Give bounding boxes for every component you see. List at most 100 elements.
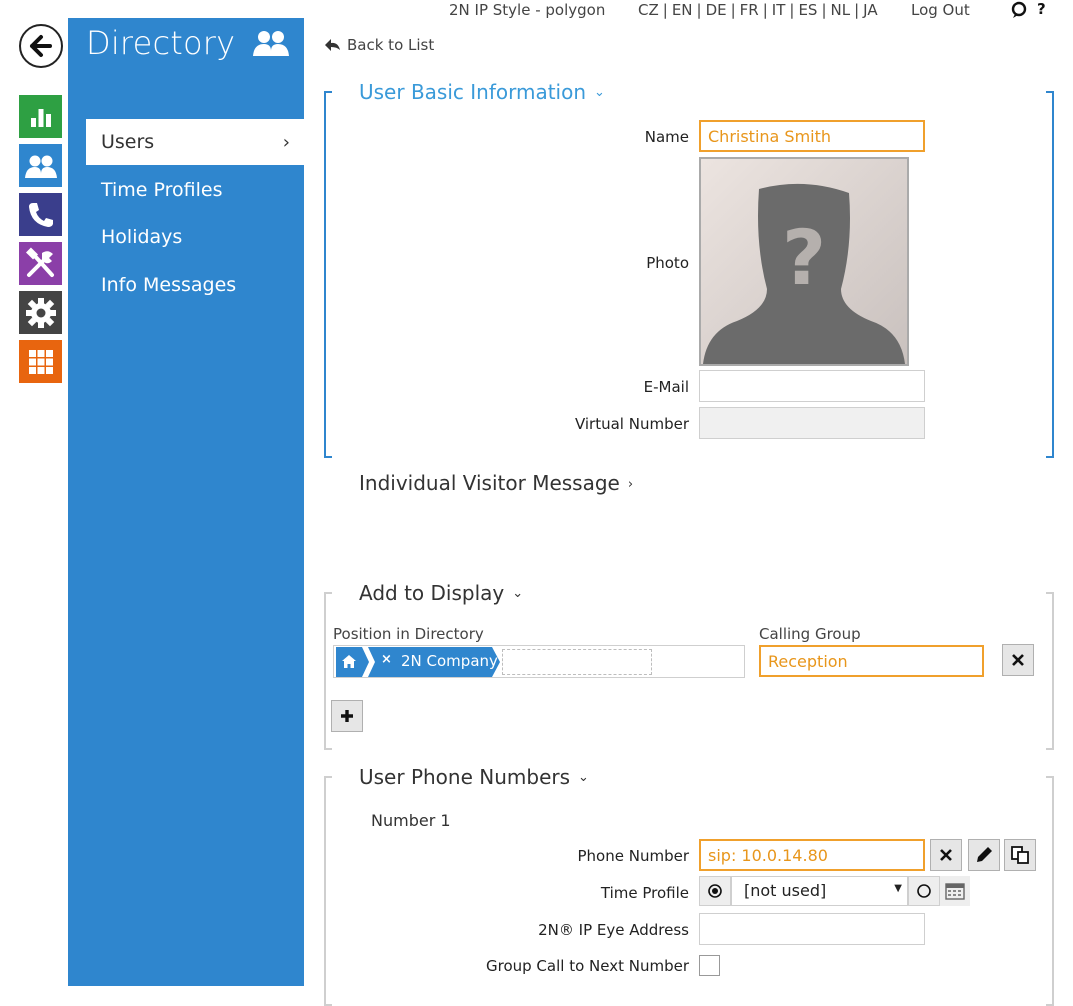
edit-phone-button[interactable] <box>968 839 1000 871</box>
plus-icon <box>341 710 353 722</box>
phone-numbers-header[interactable]: User Phone Numbers ⌄ <box>359 765 589 789</box>
section-bracket-right <box>1046 592 1054 750</box>
sidebar-item-holidays[interactable]: Holidays <box>86 214 304 260</box>
visitor-message-title: Individual Visitor Message <box>359 471 620 495</box>
radio-unchecked-icon <box>917 884 931 898</box>
copy-icon <box>1011 846 1029 864</box>
calling-group-input[interactable] <box>759 645 984 677</box>
visitor-message-header[interactable]: Individual Visitor Message › <box>359 471 633 495</box>
section-bracket-left <box>324 776 332 1006</box>
photo-label: Photo <box>646 254 689 272</box>
lang-de[interactable]: DE <box>706 1 727 19</box>
photo-upload[interactable]: ? <box>699 157 909 366</box>
help-button[interactable]: ? <box>1037 0 1046 18</box>
rail-phone[interactable] <box>19 193 62 236</box>
name-label: Name <box>644 128 689 146</box>
lang-fr[interactable]: FR <box>740 1 759 19</box>
ip-eye-input[interactable] <box>699 913 925 945</box>
radio-checked-icon <box>708 884 722 898</box>
section-bracket-left <box>324 91 332 458</box>
settings-icon <box>25 297 56 328</box>
lang-cz[interactable]: CZ <box>638 1 659 19</box>
sidebar-title: Directory <box>86 24 236 62</box>
time-profile-radio-calendar[interactable] <box>908 876 940 906</box>
chevron-right-icon: › <box>282 132 290 153</box>
calling-group-label: Calling Group <box>759 625 861 643</box>
time-profile-radio-select[interactable] <box>699 876 731 906</box>
clear-group-button[interactable] <box>1002 644 1034 676</box>
chevron-down-icon: ⌄ <box>578 770 589 785</box>
time-profile-select[interactable]: [not used] ▼ <box>731 876 908 906</box>
lang-nl[interactable]: NL <box>831 1 851 19</box>
language-selector: CZ | EN | DE | FR | IT | ES | NL | JA <box>638 1 878 19</box>
sidebar-item-users[interactable]: Users › <box>86 119 304 165</box>
back-to-list-label: Back to List <box>347 36 435 54</box>
sidebar-item-info-messages[interactable]: Info Messages <box>86 262 304 308</box>
add-to-display-header[interactable]: Add to Display ⌄ <box>359 581 523 605</box>
rail-tools[interactable] <box>19 242 62 285</box>
group-call-checkbox[interactable] <box>699 955 720 976</box>
copy-phone-button[interactable] <box>1004 839 1036 871</box>
section-bracket-right <box>1046 776 1054 1006</box>
virtual-number-label: Virtual Number <box>574 415 689 433</box>
position-breadcrumb: × 2N Company <box>333 645 745 678</box>
chevron-down-icon: ⌄ <box>512 586 524 601</box>
add-position-button[interactable] <box>331 700 363 732</box>
section-bracket-right <box>1046 91 1054 458</box>
chevron-right-icon: › <box>627 477 634 492</box>
lang-it[interactable]: IT <box>772 1 786 19</box>
pencil-icon <box>977 847 992 862</box>
sidebar-item-label: Info Messages <box>101 274 237 296</box>
close-icon <box>940 849 952 861</box>
group-call-label: Group Call to Next Number <box>486 957 689 975</box>
back-arrow-icon <box>325 39 340 51</box>
lang-en[interactable]: EN <box>672 1 693 19</box>
directory-icon <box>24 155 57 178</box>
logout-link[interactable]: Log Out <box>911 1 970 19</box>
calendar-button[interactable] <box>940 876 970 906</box>
crumb-label: 2N Company <box>401 652 498 670</box>
arrow-left-icon <box>30 35 52 57</box>
back-to-list-link[interactable]: Back to List <box>325 36 434 54</box>
calendar-icon <box>945 883 965 900</box>
name-input[interactable] <box>699 120 925 152</box>
unknown-person-icon: ? <box>703 183 905 364</box>
svg-text:?: ? <box>782 213 826 302</box>
tools-icon <box>25 246 54 277</box>
virtual-number-input[interactable] <box>699 407 925 439</box>
apps-icon <box>28 349 53 374</box>
rail-directory[interactable] <box>19 144 62 187</box>
phone-numbers-title: User Phone Numbers <box>359 765 571 789</box>
back-button[interactable] <box>19 24 63 68</box>
email-label: E-Mail <box>643 378 689 396</box>
rail-apps[interactable] <box>19 340 62 383</box>
phone-icon <box>28 202 53 227</box>
close-icon <box>1012 654 1024 666</box>
users-group-icon <box>252 28 290 62</box>
phone-number-input[interactable] <box>699 839 925 871</box>
sidebar-item-time-profiles[interactable]: Time Profiles <box>86 167 304 213</box>
remove-crumb-icon[interactable]: × <box>381 652 392 667</box>
position-label: Position in Directory <box>333 625 484 643</box>
crumb-drop-slot[interactable] <box>502 649 652 675</box>
rail-settings[interactable] <box>19 291 62 334</box>
status-icon <box>30 108 51 127</box>
email-input[interactable] <box>699 370 925 402</box>
home-icon[interactable] <box>342 655 356 668</box>
sidebar-item-label: Time Profiles <box>101 179 223 201</box>
number-heading: Number 1 <box>371 811 451 830</box>
basic-info-header[interactable]: User Basic Information ⌄ <box>359 80 605 104</box>
dropdown-arrow-icon: ▼ <box>894 883 902 894</box>
lang-ja[interactable]: JA <box>863 1 877 19</box>
feedback-icon[interactable] <box>1010 1 1028 23</box>
chevron-down-icon: ⌄ <box>594 85 605 100</box>
device-name: 2N IP Style - polygon <box>449 1 606 19</box>
lang-es[interactable]: ES <box>798 1 817 19</box>
rail-status[interactable] <box>19 95 62 138</box>
clear-phone-button[interactable] <box>930 839 962 871</box>
add-to-display-title: Add to Display <box>359 581 505 605</box>
sidebar-item-label: Holidays <box>101 226 183 248</box>
ip-eye-label: 2N® IP Eye Address <box>538 921 689 939</box>
sidebar-item-label: Users <box>101 131 155 153</box>
basic-info-title: User Basic Information <box>359 80 587 104</box>
